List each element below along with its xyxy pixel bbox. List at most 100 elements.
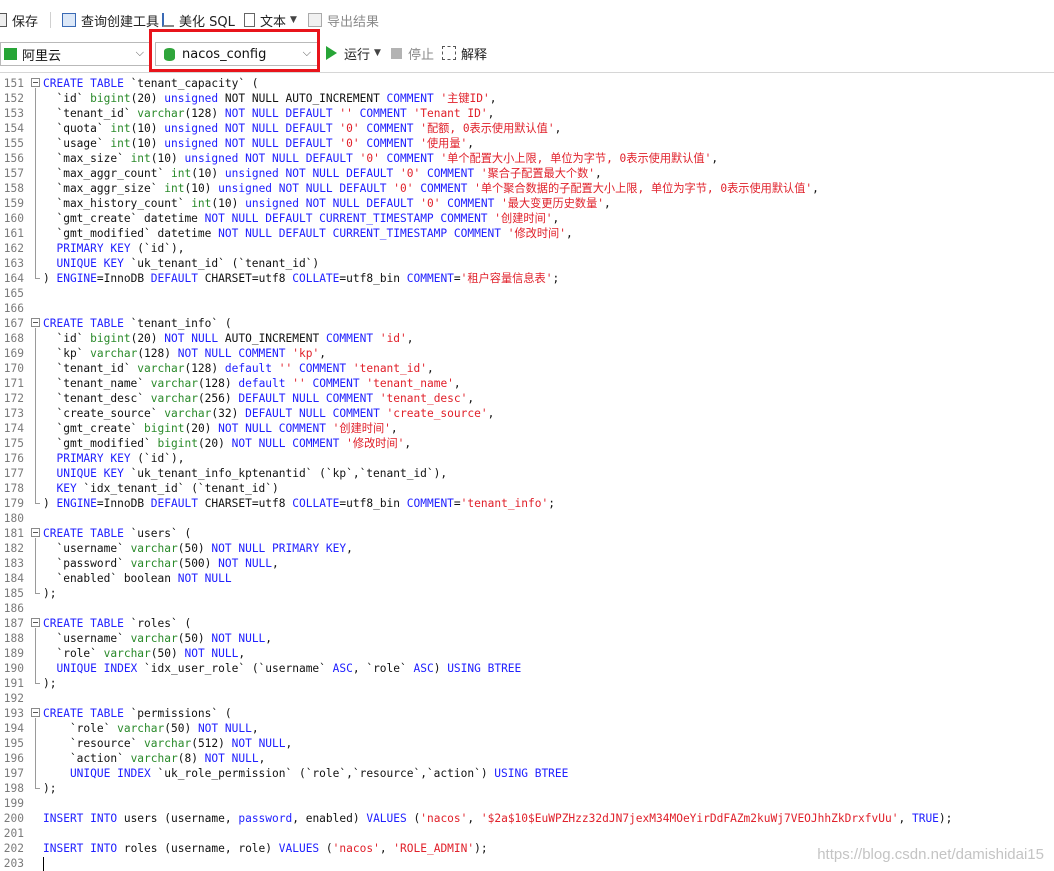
code-text: `role` varchar(50) NOT NULL, xyxy=(43,722,259,735)
line-number: 153 xyxy=(3,107,24,120)
line-number: 174 xyxy=(3,422,24,435)
code-text: `gmt_create` datetime NOT NULL DEFAULT C… xyxy=(43,212,560,225)
save-label: 保存 xyxy=(12,14,39,30)
line-number: 165 xyxy=(3,287,24,300)
line-number: 198 xyxy=(3,782,24,795)
run-label: 运行 xyxy=(344,47,371,63)
connection-icon xyxy=(4,48,17,60)
fold-guide xyxy=(35,718,36,789)
line-number: 178 xyxy=(3,482,24,495)
code-text: UNIQUE INDEX `idx_user_role` (`username`… xyxy=(43,662,522,675)
code-text: `gmt_create` bigint(20) NOT NULL COMMENT… xyxy=(43,422,398,435)
code-text: `tenant_name` varchar(128) default '' CO… xyxy=(43,377,461,390)
beautify-sql-button[interactable]: 美化 SQL xyxy=(162,11,235,30)
line-number: 196 xyxy=(3,752,24,765)
sql-editor[interactable]: 151 CREATE TABLE `tenant_capacity` ( 152 `… xyxy=(0,73,1054,871)
query-builder-label: 查询创建工具 xyxy=(81,14,160,30)
line-number: 199 xyxy=(3,797,24,810)
fold-guide xyxy=(35,88,36,279)
fold-guide-end xyxy=(35,683,40,684)
fold-toggle-icon[interactable] xyxy=(31,528,40,537)
code-text: CREATE TABLE `users` ( xyxy=(43,527,192,540)
fold-toggle-icon[interactable] xyxy=(31,708,40,717)
chevron-down-icon: ⌵ xyxy=(135,46,144,59)
watermark: https://blog.csdn.net/damishidai15 xyxy=(817,846,1044,863)
line-number: 177 xyxy=(3,467,24,480)
connection-select[interactable]: 阿里云 ⌵ xyxy=(0,42,151,66)
line-number: 191 xyxy=(3,677,24,690)
code-text: `action` varchar(8) NOT NULL, xyxy=(43,752,266,765)
fold-toggle-icon[interactable] xyxy=(31,78,40,87)
highlight-box xyxy=(149,29,320,72)
code-text: `gmt_modified` datetime NOT NULL DEFAULT… xyxy=(43,227,573,240)
code-text: ) ENGINE=InnoDB DEFAULT CHARSET=utf8 COL… xyxy=(43,272,560,285)
export-icon xyxy=(308,13,322,27)
explain-button[interactable]: 解释 xyxy=(442,44,488,63)
run-button[interactable]: 运行 ▼ xyxy=(326,44,381,63)
code-text: CREATE TABLE `tenant_capacity` ( xyxy=(43,77,259,90)
chevron-down-icon: ▼ xyxy=(290,15,297,25)
save-button[interactable]: 保存 xyxy=(0,11,39,30)
stop-button[interactable]: 停止 xyxy=(391,44,434,63)
code-text: PRIMARY KEY (`id`), xyxy=(43,452,185,465)
fold-toggle-icon[interactable] xyxy=(31,318,40,327)
text-menu-button[interactable]: 文本 ▼ xyxy=(244,11,297,30)
fold-guide-end xyxy=(35,788,40,789)
line-number: 152 xyxy=(3,92,24,105)
line-number: 170 xyxy=(3,362,24,375)
code-text: ); xyxy=(43,677,57,690)
code-text: `max_size` int(10) unsigned NOT NULL DEF… xyxy=(43,152,719,165)
line-number: 164 xyxy=(3,272,24,285)
line-number: 180 xyxy=(3,512,24,525)
line-number: 155 xyxy=(3,137,24,150)
line-number: 151 xyxy=(3,77,24,90)
line-number: 185 xyxy=(3,587,24,600)
code-text: `username` varchar(50) NOT NULL, xyxy=(43,632,273,645)
code-text: `create_source` varchar(32) DEFAULT NULL… xyxy=(43,407,495,420)
line-number: 193 xyxy=(3,707,24,720)
fold-guide-end xyxy=(35,593,40,594)
line-number: 168 xyxy=(3,332,24,345)
line-number: 156 xyxy=(3,152,24,165)
export-result-button[interactable]: 导出结果 xyxy=(308,11,380,30)
line-number: 187 xyxy=(3,617,24,630)
text-document-icon xyxy=(244,13,255,27)
line-number: 159 xyxy=(3,197,24,210)
code-text: `usage` int(10) unsigned NOT NULL DEFAUL… xyxy=(43,137,475,150)
line-number: 195 xyxy=(3,737,24,750)
line-number: 190 xyxy=(3,662,24,675)
toolbar-divider xyxy=(50,12,51,28)
line-number: 202 xyxy=(3,842,24,855)
fold-guide xyxy=(35,538,36,594)
line-number: 197 xyxy=(3,767,24,780)
fold-toggle-icon[interactable] xyxy=(31,618,40,627)
code-text: `username` varchar(50) NOT NULL PRIMARY … xyxy=(43,542,353,555)
code-text: CREATE TABLE `permissions` ( xyxy=(43,707,232,720)
code-text: CREATE TABLE `roles` ( xyxy=(43,617,192,630)
explain-icon xyxy=(442,46,456,60)
line-number: 176 xyxy=(3,452,24,465)
line-number: 183 xyxy=(3,557,24,570)
fold-guide-end xyxy=(35,503,40,504)
connection-value: 阿里云 xyxy=(22,48,62,64)
code-text: `tenant_desc` varchar(256) DEFAULT NULL … xyxy=(43,392,475,405)
code-text: `id` bigint(20) unsigned NOT NULL AUTO_I… xyxy=(43,92,497,105)
code-text: ) ENGINE=InnoDB DEFAULT CHARSET=utf8 COL… xyxy=(43,497,555,510)
line-number: 157 xyxy=(3,167,24,180)
line-number: 192 xyxy=(3,692,24,705)
line-number: 203 xyxy=(3,857,24,870)
code-text: UNIQUE KEY `uk_tenant_id` (`tenant_id`) xyxy=(43,257,320,270)
explain-label: 解释 xyxy=(461,47,488,63)
code-text: INSERT INTO users (username, password, e… xyxy=(43,812,953,825)
line-number: 169 xyxy=(3,347,24,360)
beautify-icon xyxy=(162,13,174,27)
code-text: PRIMARY KEY (`id`), xyxy=(43,242,185,255)
line-number: 201 xyxy=(3,827,24,840)
line-number: 182 xyxy=(3,542,24,555)
code-text: `max_aggr_count` int(10) unsigned NOT NU… xyxy=(43,167,602,180)
code-text: KEY `idx_tenant_id` (`tenant_id`) xyxy=(43,482,279,495)
export-result-label: 导出结果 xyxy=(327,14,380,30)
query-builder-button[interactable]: 查询创建工具 xyxy=(62,11,160,30)
code-text: `quota` int(10) unsigned NOT NULL DEFAUL… xyxy=(43,122,562,135)
fold-guide xyxy=(35,328,36,504)
